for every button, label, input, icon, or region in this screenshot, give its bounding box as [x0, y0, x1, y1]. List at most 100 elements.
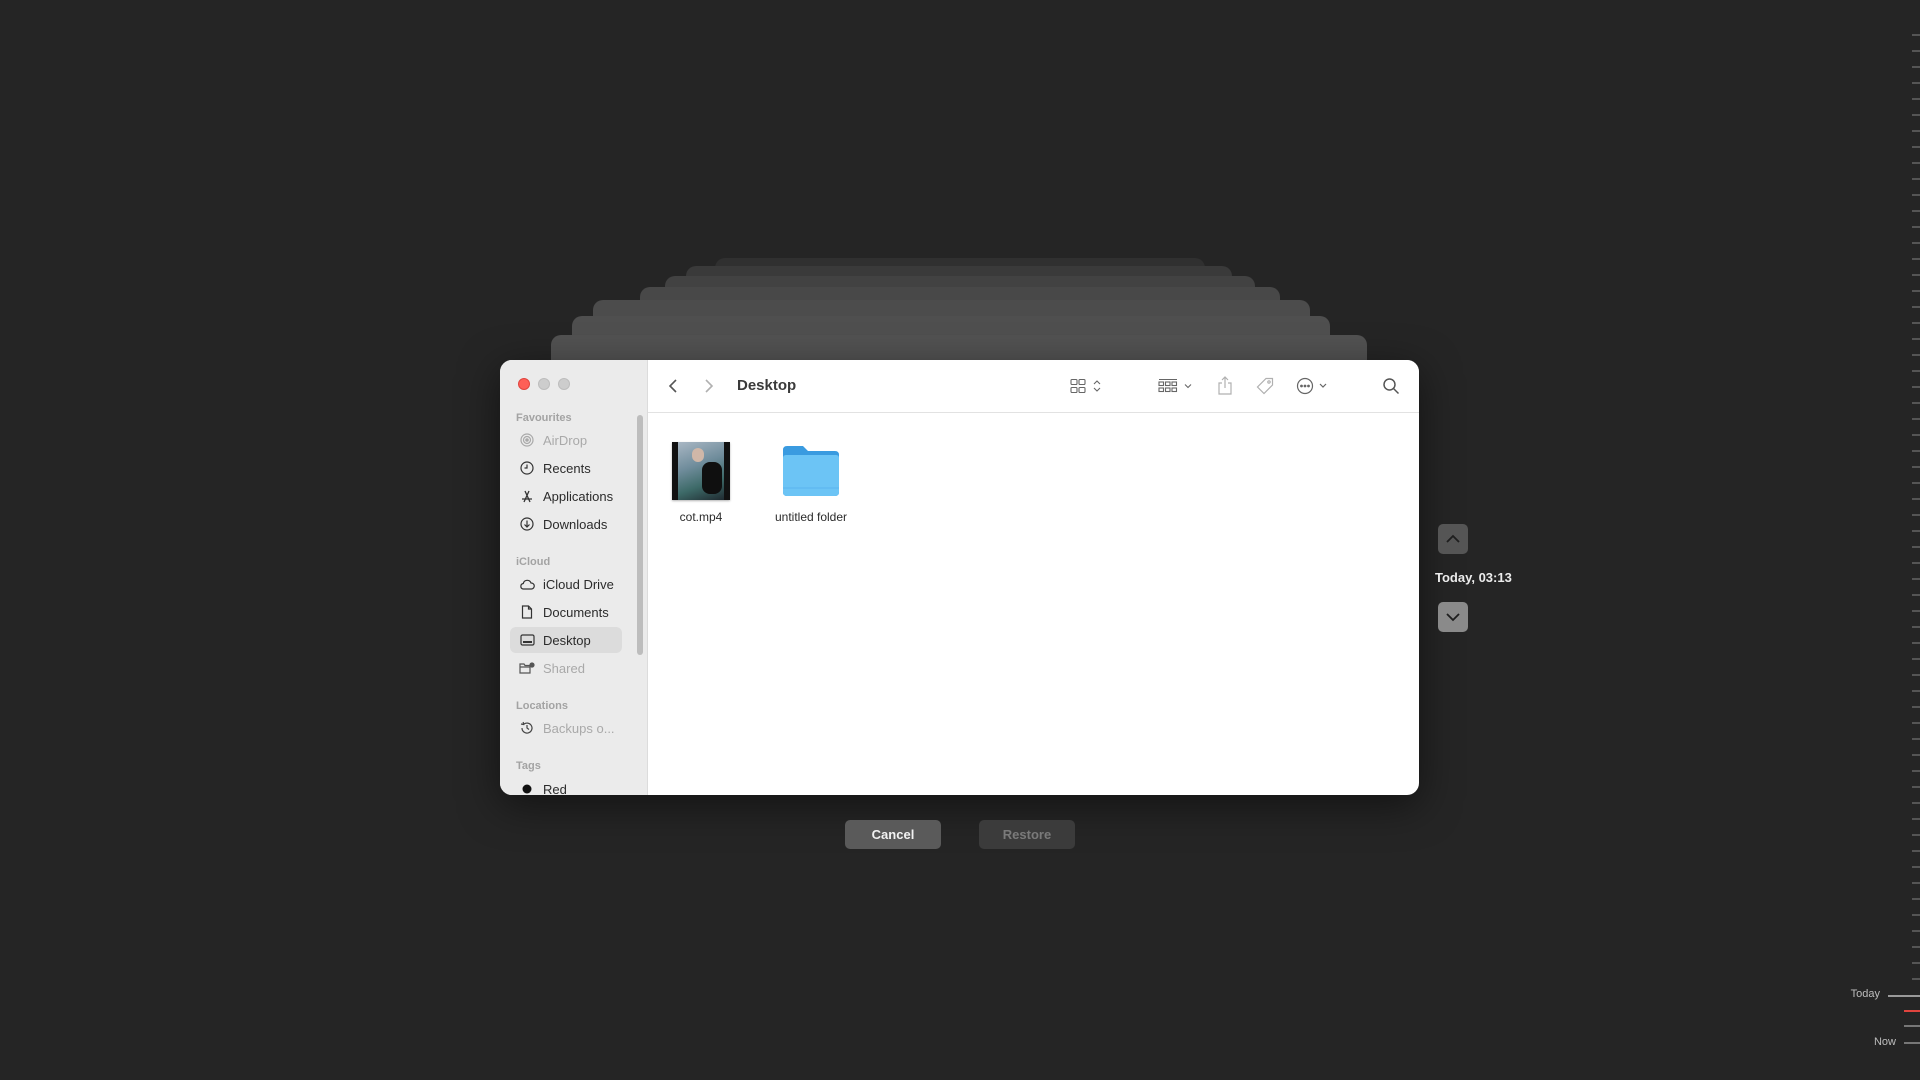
timeline-tick[interactable] — [1912, 450, 1920, 452]
timeline-tick[interactable] — [1912, 210, 1920, 212]
folder-title: Desktop — [737, 377, 797, 394]
timeline-tick[interactable] — [1912, 258, 1920, 260]
timeline-tick[interactable] — [1912, 754, 1920, 756]
tag-button[interactable] — [1256, 360, 1274, 412]
timeline-tick[interactable] — [1912, 850, 1920, 852]
timeline-tick[interactable] — [1912, 354, 1920, 356]
sidebar-scrollbar[interactable] — [637, 415, 643, 655]
close-button[interactable] — [518, 378, 530, 390]
minimize-button[interactable] — [538, 378, 550, 390]
timeline-tick[interactable] — [1912, 370, 1920, 372]
clock-icon — [518, 461, 536, 475]
sidebar-item-tag-red[interactable]: Red — [510, 776, 622, 795]
folder-item[interactable]: untitled folder — [761, 435, 861, 524]
timeline-tick[interactable] — [1912, 674, 1920, 676]
timeline-tick[interactable] — [1912, 226, 1920, 228]
timeline-tick[interactable] — [1912, 402, 1920, 404]
timeline-tick[interactable] — [1912, 194, 1920, 196]
timeline-tick[interactable] — [1912, 34, 1920, 36]
sidebar-item-label: Red — [543, 781, 567, 796]
sidebar-item-recents[interactable]: Recents — [510, 455, 622, 481]
timeline-tick[interactable] — [1912, 562, 1920, 564]
sidebar-item-desktop[interactable]: Desktop — [510, 627, 622, 653]
timeline-tick[interactable] — [1912, 866, 1920, 868]
timeline-tick[interactable] — [1912, 546, 1920, 548]
sidebar-item-applications[interactable]: Applications — [510, 483, 622, 509]
timeline-tick[interactable] — [1912, 514, 1920, 516]
timeline-tick[interactable] — [1912, 386, 1920, 388]
timeline-tick[interactable] — [1912, 594, 1920, 596]
timeline-tick[interactable] — [1912, 706, 1920, 708]
share-icon — [1218, 376, 1232, 395]
timeline-tick[interactable] — [1912, 962, 1920, 964]
timeline-tick[interactable] — [1912, 322, 1920, 324]
timeline-tick[interactable] — [1912, 50, 1920, 52]
sidebar-item-airdrop[interactable]: AirDrop — [510, 427, 622, 453]
timeline-tick[interactable] — [1912, 578, 1920, 580]
folder-name: untitled folder — [774, 510, 848, 524]
file-item[interactable]: cot.mp4 — [651, 435, 751, 524]
timeline-tick[interactable] — [1912, 162, 1920, 164]
timeline-tick[interactable] — [1912, 114, 1920, 116]
back-button[interactable] — [668, 360, 678, 412]
more-actions-button[interactable] — [1296, 360, 1330, 412]
previous-snapshot-button[interactable] — [1438, 524, 1468, 554]
timeline-tick[interactable] — [1912, 690, 1920, 692]
zoom-button[interactable] — [558, 378, 570, 390]
timeline-tick[interactable] — [1912, 738, 1920, 740]
timeline-tick[interactable] — [1912, 482, 1920, 484]
cancel-button[interactable]: Cancel — [845, 820, 941, 849]
timeline-tick[interactable] — [1912, 946, 1920, 948]
sidebar-item-downloads[interactable]: Downloads — [510, 511, 622, 537]
timeline-tick[interactable] — [1912, 626, 1920, 628]
timeline-tick[interactable] — [1912, 130, 1920, 132]
sidebar-item-icloud-drive[interactable]: iCloud Drive — [510, 571, 622, 597]
icon-view-icon — [1070, 378, 1101, 394]
timeline-tick[interactable] — [1912, 818, 1920, 820]
timeline-tick[interactable] — [1912, 802, 1920, 804]
chevron-up-icon — [1446, 534, 1460, 543]
timeline-tick[interactable] — [1912, 882, 1920, 884]
timeline-tick[interactable] — [1912, 178, 1920, 180]
timeline-tick[interactable] — [1912, 930, 1920, 932]
timeline-tick[interactable] — [1912, 82, 1920, 84]
timeline-tick[interactable] — [1912, 786, 1920, 788]
timeline-tick[interactable] — [1912, 146, 1920, 148]
sidebar-item-documents[interactable]: Documents — [510, 599, 622, 625]
view-mode-button[interactable] — [1070, 360, 1104, 412]
timeline-tick[interactable] — [1912, 898, 1920, 900]
timeline-tick[interactable] — [1904, 1025, 1920, 1027]
timeline-tick[interactable] — [1912, 434, 1920, 436]
timeline-tick[interactable] — [1912, 418, 1920, 420]
timeline-tick[interactable] — [1912, 530, 1920, 532]
timeline-tick[interactable] — [1912, 914, 1920, 916]
timeline-tick[interactable] — [1912, 242, 1920, 244]
timeline-tick[interactable] — [1912, 338, 1920, 340]
timeline-tick[interactable] — [1912, 610, 1920, 612]
restore-button[interactable]: Restore — [979, 820, 1075, 849]
timeline-tick[interactable] — [1912, 306, 1920, 308]
sidebar-item-shared[interactable]: Shared — [510, 655, 622, 681]
timeline-tick[interactable] — [1912, 66, 1920, 68]
search-button[interactable] — [1382, 360, 1400, 412]
timeline-tick[interactable] — [1912, 642, 1920, 644]
group-button[interactable] — [1158, 360, 1194, 412]
more-icon — [1296, 377, 1327, 395]
sidebar-item-backups[interactable]: Backups o... — [510, 715, 622, 741]
timeline-tick[interactable] — [1912, 978, 1920, 980]
timeline-tick[interactable] — [1912, 98, 1920, 100]
timeline-tick[interactable] — [1912, 770, 1920, 772]
timeline-now-tick[interactable] — [1904, 1042, 1920, 1044]
timeline-tick[interactable] — [1912, 466, 1920, 468]
forward-button[interactable] — [704, 360, 714, 412]
timeline-tick[interactable] — [1912, 290, 1920, 292]
timeline-tick[interactable] — [1912, 274, 1920, 276]
share-button[interactable] — [1217, 360, 1233, 412]
timeline-tick[interactable] — [1912, 498, 1920, 500]
timeline-tick[interactable] — [1912, 722, 1920, 724]
timeline-tick[interactable] — [1912, 834, 1920, 836]
next-snapshot-button[interactable] — [1438, 602, 1468, 632]
timeline-today-tick[interactable] — [1888, 995, 1920, 997]
sidebar-section-locations: Locations — [516, 700, 568, 712]
timeline-tick[interactable] — [1912, 658, 1920, 660]
